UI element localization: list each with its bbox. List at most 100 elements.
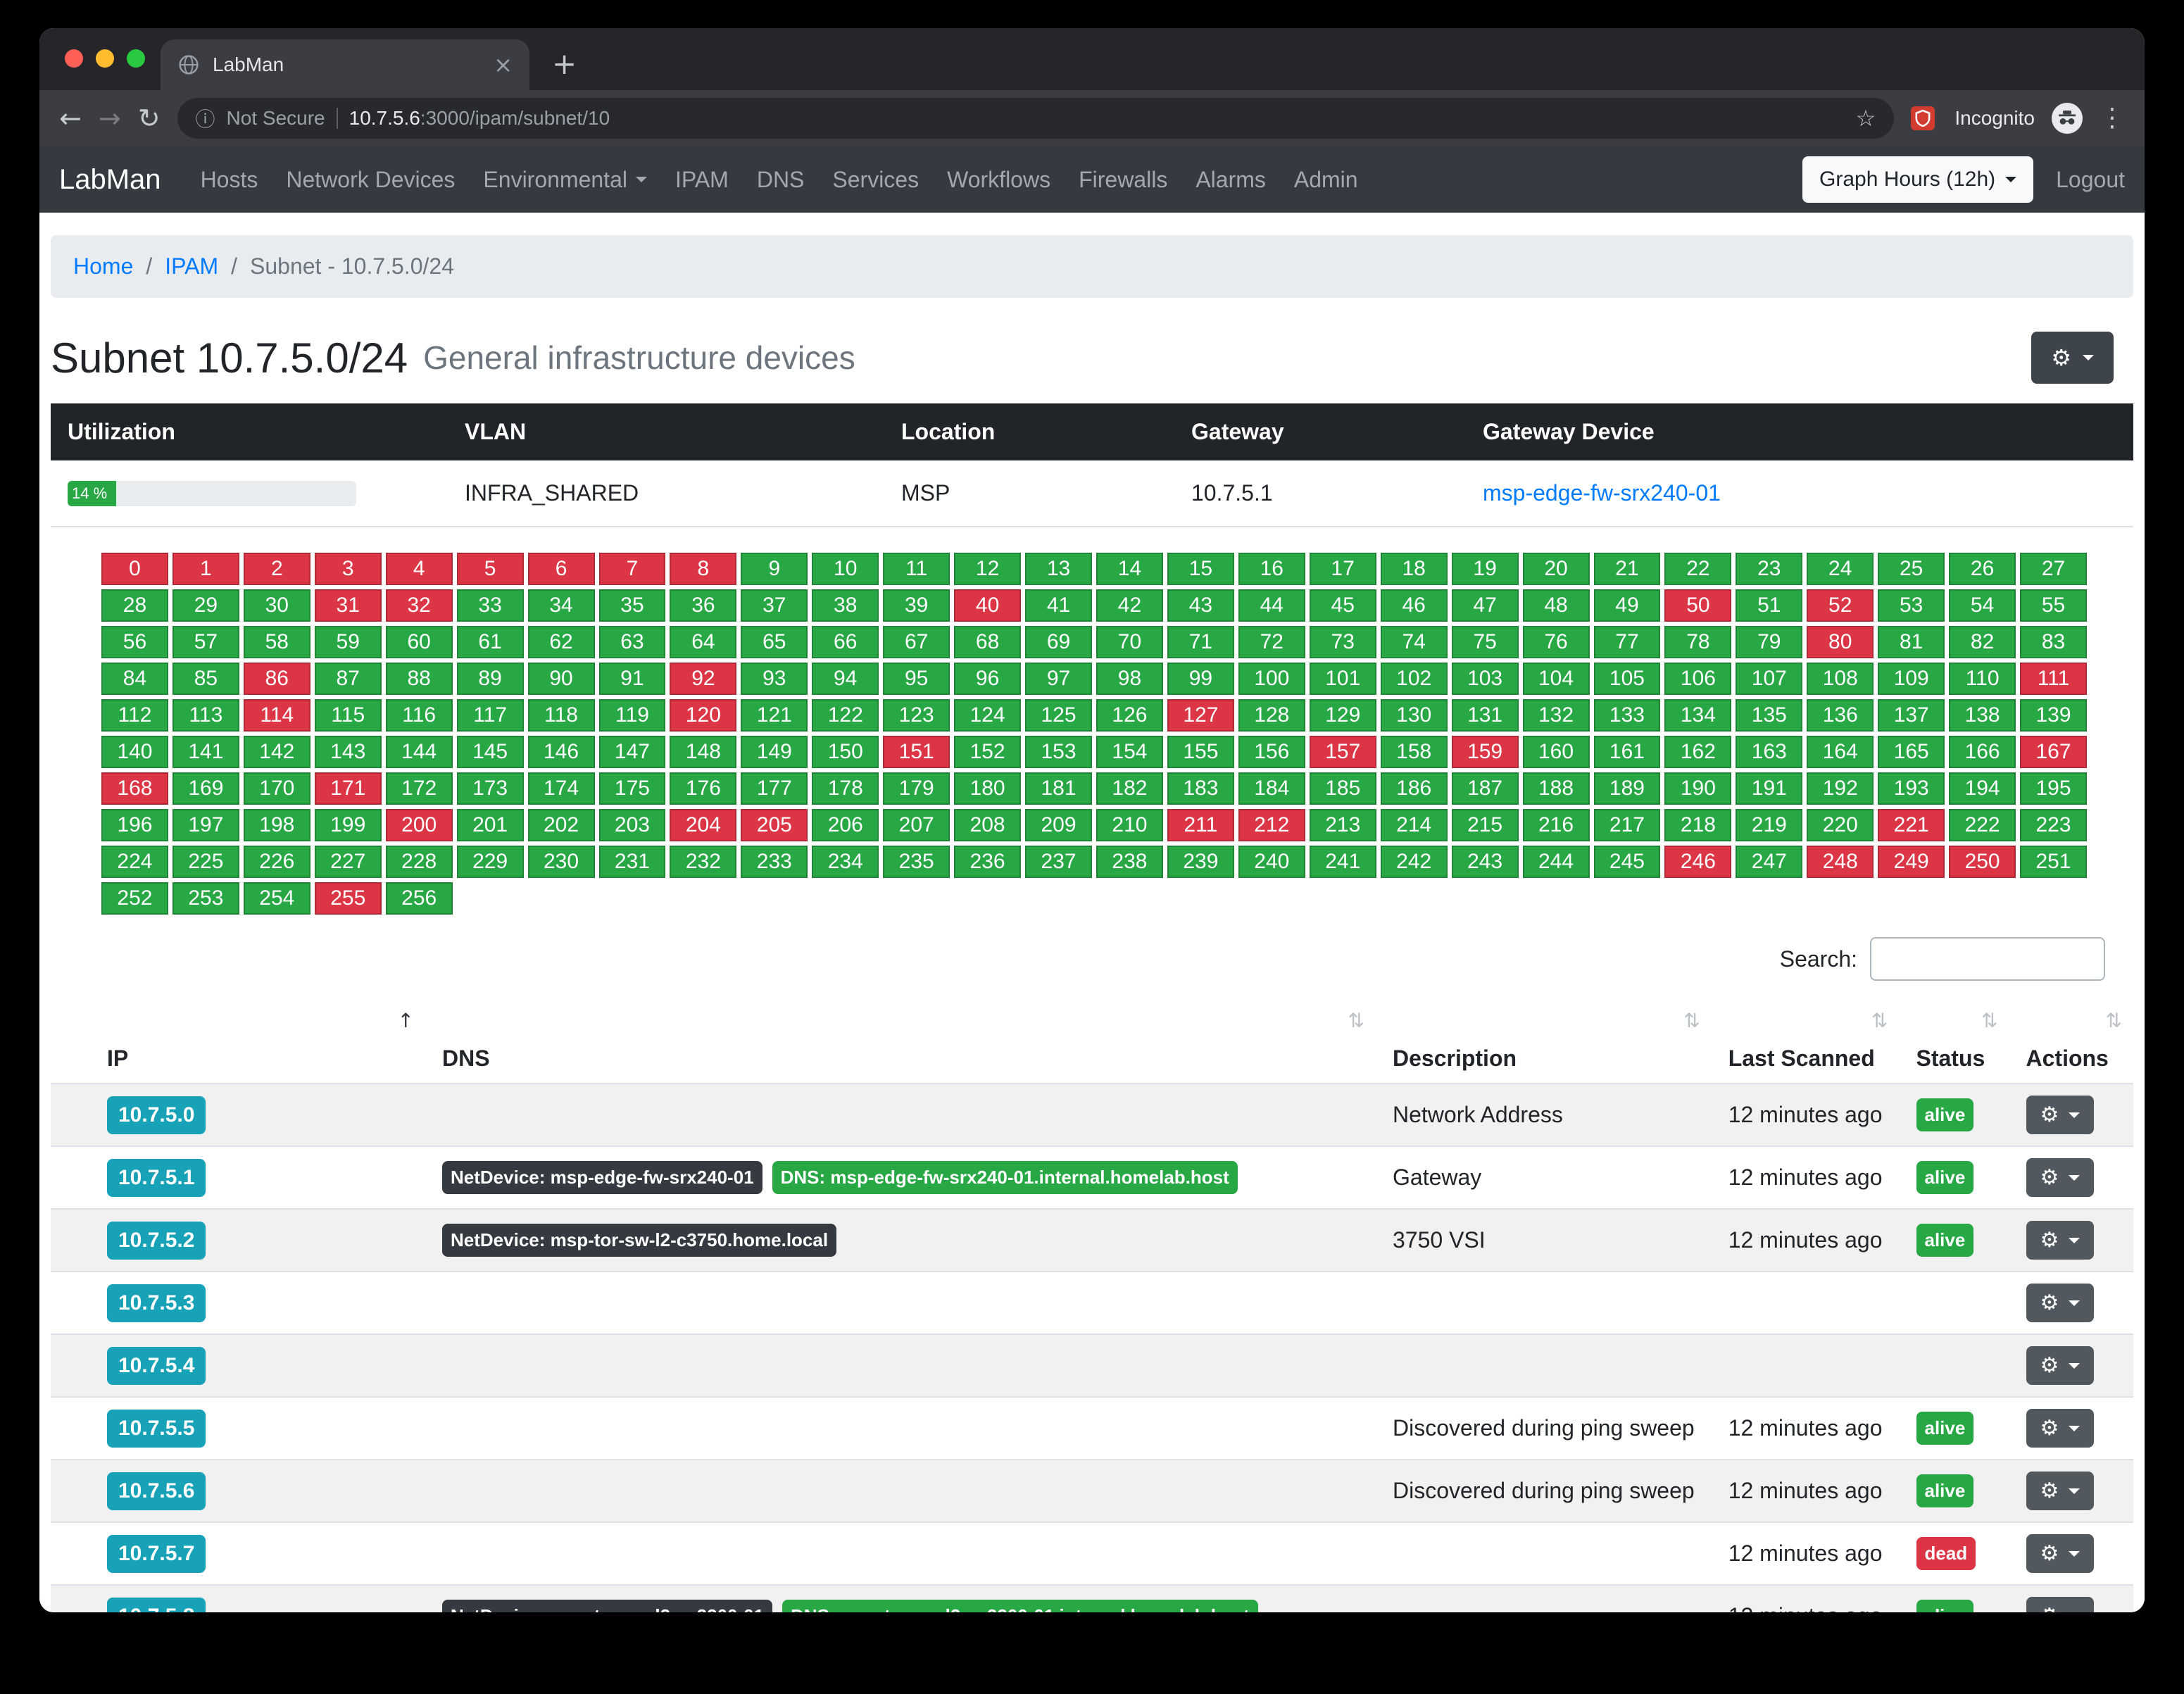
site-info-icon[interactable]: ⓘ <box>196 104 215 132</box>
ip-cell[interactable]: 139 <box>2020 699 2087 732</box>
ip-cell[interactable]: 42 <box>1096 589 1163 622</box>
ip-cell[interactable]: 41 <box>1025 589 1092 622</box>
ip-cell[interactable]: 10 <box>812 553 879 585</box>
ip-cell[interactable]: 188 <box>1523 772 1590 805</box>
ip-cell[interactable]: 43 <box>1167 589 1234 622</box>
ip-cell[interactable]: 179 <box>883 772 950 805</box>
back-button[interactable]: ← <box>59 105 82 132</box>
ip-cell[interactable]: 251 <box>2020 846 2087 878</box>
ip-cell[interactable]: 22 <box>1664 553 1731 585</box>
ip-cell[interactable]: 8 <box>670 553 736 585</box>
ip-cell[interactable]: 37 <box>741 589 808 622</box>
ip-cell[interactable]: 87 <box>315 663 382 695</box>
ip-cell[interactable]: 7 <box>599 553 666 585</box>
ip-cell[interactable]: 211 <box>1167 809 1234 841</box>
ip-cell[interactable]: 140 <box>101 736 168 768</box>
ip-cell[interactable]: 36 <box>670 589 736 622</box>
ip-cell[interactable]: 84 <box>101 663 168 695</box>
ip-cell[interactable]: 13 <box>1025 553 1092 585</box>
ip-cell[interactable]: 120 <box>670 699 736 732</box>
ip-cell[interactable]: 39 <box>883 589 950 622</box>
ip-cell[interactable]: 152 <box>954 736 1021 768</box>
close-window-button[interactable] <box>65 49 83 68</box>
ip-cell[interactable]: 11 <box>883 553 950 585</box>
ip-cell[interactable]: 241 <box>1310 846 1376 878</box>
ip-cell[interactable]: 164 <box>1807 736 1874 768</box>
ip-cell[interactable]: 204 <box>670 809 736 841</box>
ip-cell[interactable]: 114 <box>244 699 310 732</box>
ip-cell[interactable]: 111 <box>2020 663 2087 695</box>
ip-cell[interactable]: 170 <box>244 772 310 805</box>
ip-cell[interactable]: 136 <box>1807 699 1874 732</box>
ip-cell[interactable]: 112 <box>101 699 168 732</box>
row-actions-button[interactable]: ⚙ <box>2026 1597 2095 1612</box>
ip-cell[interactable]: 153 <box>1025 736 1092 768</box>
ip-cell[interactable]: 206 <box>812 809 879 841</box>
ip-cell[interactable]: 9 <box>741 553 808 585</box>
ip-cell[interactable]: 173 <box>457 772 524 805</box>
ip-cell[interactable]: 176 <box>670 772 736 805</box>
ip-cell[interactable]: 207 <box>883 809 950 841</box>
zoom-window-button[interactable] <box>127 49 145 68</box>
nav-ipam[interactable]: IPAM <box>661 167 743 193</box>
col-header-dns[interactable]: ⇅DNS <box>425 1003 1376 1084</box>
ip-cell[interactable]: 33 <box>457 589 524 622</box>
ip-cell[interactable]: 238 <box>1096 846 1163 878</box>
ip-cell[interactable]: 15 <box>1167 553 1234 585</box>
breadcrumb-home-link[interactable]: Home <box>73 253 133 280</box>
sort-icon[interactable]: ⇅ <box>1871 1009 1888 1032</box>
sort-icon[interactable]: ⇅ <box>1348 1009 1364 1032</box>
ip-cell[interactable]: 92 <box>670 663 736 695</box>
ip-cell[interactable]: 65 <box>741 626 808 658</box>
ip-cell[interactable]: 83 <box>2020 626 2087 658</box>
ip-cell[interactable]: 129 <box>1310 699 1376 732</box>
search-input[interactable] <box>1870 937 2105 981</box>
ip-cell[interactable]: 254 <box>244 882 310 915</box>
address-bar[interactable]: ⓘ Not Secure 10.7.5.6:3000/ipam/subnet/1… <box>177 98 1895 139</box>
ip-cell[interactable]: 232 <box>670 846 736 878</box>
ip-cell[interactable]: 29 <box>172 589 239 622</box>
ip-cell[interactable]: 249 <box>1878 846 1945 878</box>
ip-cell[interactable]: 127 <box>1167 699 1234 732</box>
ip-cell[interactable]: 47 <box>1452 589 1519 622</box>
ip-cell[interactable]: 218 <box>1664 809 1731 841</box>
ip-cell[interactable]: 194 <box>1949 772 2016 805</box>
ip-cell[interactable]: 18 <box>1381 553 1448 585</box>
ip-cell[interactable]: 52 <box>1807 589 1874 622</box>
ip-cell[interactable]: 205 <box>741 809 808 841</box>
ip-cell[interactable]: 94 <box>812 663 879 695</box>
ip-cell[interactable]: 189 <box>1594 772 1661 805</box>
ip-cell[interactable]: 2 <box>244 553 310 585</box>
ip-badge[interactable]: 10.7.5.0 <box>107 1096 206 1134</box>
ip-cell[interactable]: 54 <box>1949 589 2016 622</box>
browser-tab[interactable]: LabMan × <box>161 39 529 90</box>
ip-cell[interactable]: 88 <box>386 663 453 695</box>
ip-cell[interactable]: 145 <box>457 736 524 768</box>
ip-cell[interactable]: 203 <box>599 809 666 841</box>
ip-badge[interactable]: 10.7.5.4 <box>107 1347 206 1385</box>
ip-badge[interactable]: 10.7.5.7 <box>107 1535 206 1573</box>
ip-cell[interactable]: 193 <box>1878 772 1945 805</box>
ip-cell[interactable]: 102 <box>1381 663 1448 695</box>
ip-cell[interactable]: 243 <box>1452 846 1519 878</box>
ip-cell[interactable]: 38 <box>812 589 879 622</box>
ip-cell[interactable]: 49 <box>1594 589 1661 622</box>
ip-cell[interactable]: 192 <box>1807 772 1874 805</box>
ip-cell[interactable]: 97 <box>1025 663 1092 695</box>
ip-cell[interactable]: 71 <box>1167 626 1234 658</box>
ip-cell[interactable]: 98 <box>1096 663 1163 695</box>
ip-cell[interactable]: 61 <box>457 626 524 658</box>
col-header-status[interactable]: ⇅Status <box>1900 1003 2009 1084</box>
ip-cell[interactable]: 53 <box>1878 589 1945 622</box>
ip-cell[interactable]: 85 <box>172 663 239 695</box>
ip-cell[interactable]: 68 <box>954 626 1021 658</box>
sort-icon[interactable]: ⇅ <box>1981 1009 1997 1032</box>
ip-cell[interactable]: 216 <box>1523 809 1590 841</box>
ip-cell[interactable]: 154 <box>1096 736 1163 768</box>
ip-cell[interactable]: 108 <box>1807 663 1874 695</box>
ip-cell[interactable]: 195 <box>2020 772 2087 805</box>
ip-cell[interactable]: 223 <box>2020 809 2087 841</box>
ip-cell[interactable]: 171 <box>315 772 382 805</box>
ip-cell[interactable]: 69 <box>1025 626 1092 658</box>
ip-cell[interactable]: 245 <box>1594 846 1661 878</box>
